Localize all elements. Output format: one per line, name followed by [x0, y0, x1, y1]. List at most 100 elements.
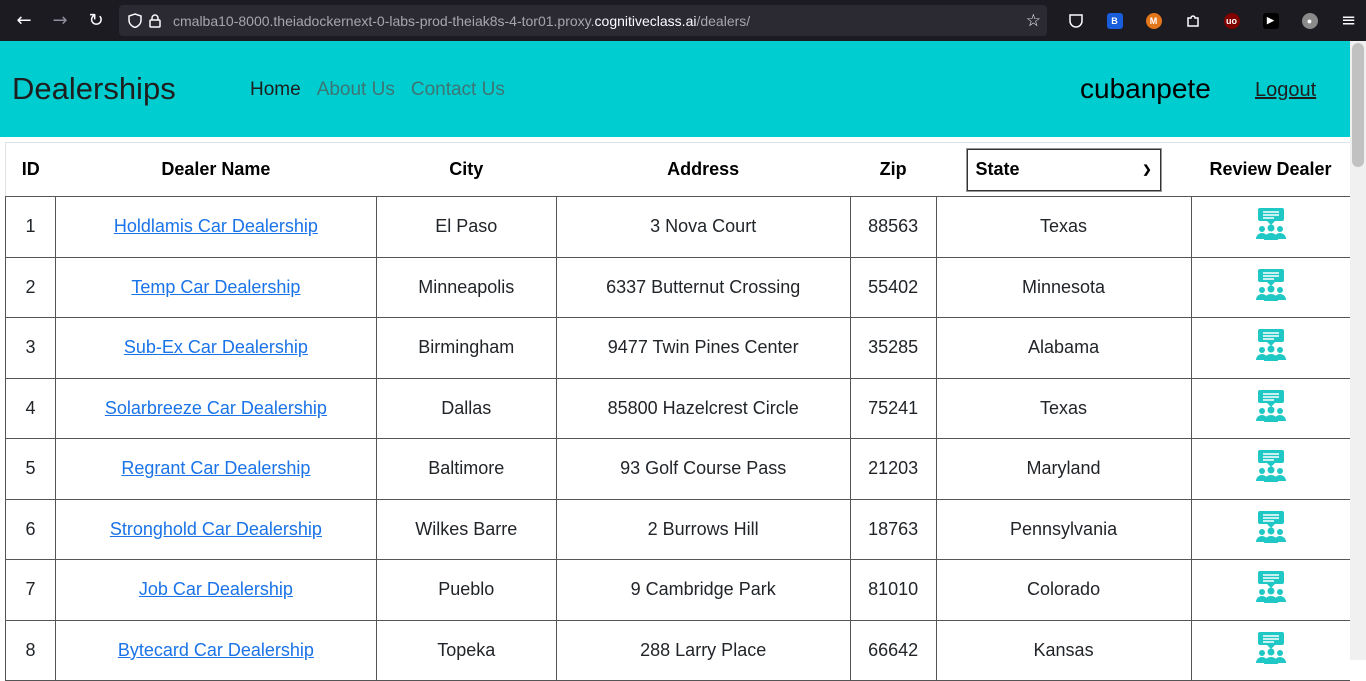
cell-city: El Paso: [375, 196, 557, 258]
cell-state: Texas: [935, 377, 1192, 439]
cell-zip: 35285: [849, 317, 937, 379]
cell-state: Pennsylvania: [935, 498, 1192, 560]
chevron-down-icon: ❯: [1142, 164, 1152, 176]
dealer-link[interactable]: Bytecard Car Dealership: [118, 640, 314, 660]
menu-icon[interactable]: ≡: [1329, 0, 1366, 41]
cell-review: [1190, 256, 1350, 318]
pocket-icon[interactable]: [1056, 0, 1095, 41]
page-scrollbar[interactable]: [1350, 41, 1366, 660]
cell-state: Colorado: [935, 559, 1192, 621]
nav-home-link[interactable]: Home: [250, 79, 301, 101]
video-player-icon[interactable]: ▶: [1251, 0, 1290, 41]
state-select[interactable]: State ❯: [965, 147, 1162, 192]
cell-address: 6337 Butternut Crossing: [555, 256, 851, 318]
cell-zip: 75241: [849, 377, 937, 439]
cell-state: Minnesota: [935, 256, 1192, 318]
table-row: 1 Holdlamis Car Dealership El Paso 3 Nova C…: [5, 196, 1350, 258]
cell-id: 3: [5, 317, 56, 379]
dealer-link[interactable]: Solarbreeze Car Dealership: [105, 398, 327, 418]
cell-city: Birmingham: [375, 317, 557, 379]
cell-review: [1190, 317, 1350, 379]
cell-id: 7: [5, 559, 56, 621]
cell-city: Baltimore: [375, 438, 557, 500]
nav-contact-link[interactable]: Contact Us: [411, 79, 505, 101]
cell-review: [1190, 196, 1350, 258]
reload-icon[interactable]: ↻: [78, 0, 114, 41]
review-dealer-icon[interactable]: [1255, 449, 1287, 488]
cell-review: [1190, 559, 1350, 621]
ublock-icon[interactable]: uo: [1212, 0, 1251, 41]
review-dealer-icon[interactable]: [1255, 631, 1287, 670]
logout-link[interactable]: Logout: [1255, 79, 1316, 102]
navbar: Dealerships Home About Us Contact Us cub…: [0, 41, 1350, 137]
cell-dealer-name: Job Car Dealership: [54, 559, 377, 621]
dealer-link[interactable]: Temp Car Dealership: [131, 277, 300, 297]
cell-id: 5: [5, 438, 56, 500]
header-id: ID: [5, 142, 56, 197]
cell-state: Alabama: [935, 317, 1192, 379]
cell-city: Minneapolis: [375, 256, 557, 318]
table-header-row: ID Dealer Name City Address Zip State ❯ …: [5, 142, 1350, 197]
cell-dealer-name: Sub-Ex Car Dealership: [54, 317, 377, 379]
cell-id: 6: [5, 498, 56, 560]
cell-state: Maryland: [935, 438, 1192, 500]
brand-title[interactable]: Dealerships: [12, 71, 176, 107]
address-bar[interactable]: cmalba10-8000.theiadockernext-0-labs-pro…: [119, 5, 1047, 36]
tracking-shield-icon[interactable]: [125, 5, 145, 36]
cell-review: [1190, 377, 1350, 439]
url-text[interactable]: cmalba10-8000.theiadockernext-0-labs-pro…: [173, 13, 750, 29]
table-row: 4 Solarbreeze Car Dealership Dallas 85800 H…: [5, 377, 1350, 439]
bitwarden-icon[interactable]: B: [1095, 0, 1134, 41]
review-dealer-icon[interactable]: [1255, 207, 1287, 246]
dealer-link[interactable]: Regrant Car Dealership: [121, 458, 310, 478]
cell-zip: 66642: [849, 619, 937, 681]
table-row: 6 Stronghold Car Dealership Wilkes Barre 2 …: [5, 498, 1350, 560]
cell-dealer-name: Bytecard Car Dealership: [54, 619, 377, 681]
profile-avatar-icon[interactable]: ●: [1290, 0, 1329, 41]
bookmark-star-icon[interactable]: ☆: [1026, 5, 1041, 36]
metamask-icon[interactable]: M: [1134, 0, 1173, 41]
header-city: City: [376, 142, 557, 197]
cell-city: Dallas: [375, 377, 557, 439]
dealer-link[interactable]: Stronghold Car Dealership: [110, 519, 322, 539]
back-icon[interactable]: ←: [6, 0, 42, 41]
cell-address: 3 Nova Court: [555, 196, 851, 258]
header-dealer-name: Dealer Name: [55, 142, 377, 197]
dealer-link[interactable]: Sub-Ex Car Dealership: [124, 337, 308, 357]
cell-address: 93 Golf Course Pass: [555, 438, 851, 500]
review-dealer-icon[interactable]: [1255, 328, 1287, 367]
cell-address: 288 Larry Place: [555, 619, 851, 681]
forward-icon[interactable]: →: [42, 0, 78, 41]
table-row: 7 Job Car Dealership Pueblo 9 Cambridge Par…: [5, 559, 1350, 621]
cell-id: 1: [5, 196, 56, 258]
nav-links: Home About Us Contact Us: [250, 79, 521, 101]
cell-id: 8: [5, 619, 56, 681]
cell-city: Wilkes Barre: [375, 498, 557, 560]
cell-review: [1190, 438, 1350, 500]
review-dealer-icon[interactable]: [1255, 510, 1287, 549]
scroll-thumb[interactable]: [1352, 43, 1364, 167]
header-address: Address: [556, 142, 851, 197]
nav-about-link[interactable]: About Us: [317, 79, 395, 101]
table-row: 3 Sub-Ex Car Dealership Birmingham 9477 Twi…: [5, 317, 1350, 379]
cell-id: 4: [5, 377, 56, 439]
cell-dealer-name: Solarbreeze Car Dealership: [54, 377, 377, 439]
dealer-link[interactable]: Holdlamis Car Dealership: [114, 216, 318, 236]
cell-state: Texas: [935, 196, 1192, 258]
cell-zip: 21203: [849, 438, 937, 500]
cell-review: [1190, 498, 1350, 560]
table-row: 5 Regrant Car Dealership Baltimore 93 Golf …: [5, 438, 1350, 500]
cell-dealer-name: Stronghold Car Dealership: [54, 498, 377, 560]
review-dealer-icon[interactable]: [1255, 570, 1287, 609]
review-dealer-icon[interactable]: [1255, 389, 1287, 428]
header-review-dealer: Review Dealer: [1191, 142, 1350, 197]
cell-address: 9477 Twin Pines Center: [555, 317, 851, 379]
header-state: State ❯: [936, 142, 1192, 197]
review-dealer-icon[interactable]: [1255, 268, 1287, 307]
dealer-link[interactable]: Job Car Dealership: [139, 579, 293, 599]
cell-state: Kansas: [935, 619, 1192, 681]
lock-icon[interactable]: [145, 5, 165, 36]
header-zip: Zip: [850, 142, 937, 197]
extensions-puzzle-icon[interactable]: [1173, 0, 1212, 41]
table-row: 8 Bytecard Car Dealership Topeka 288 Larry …: [5, 619, 1350, 681]
